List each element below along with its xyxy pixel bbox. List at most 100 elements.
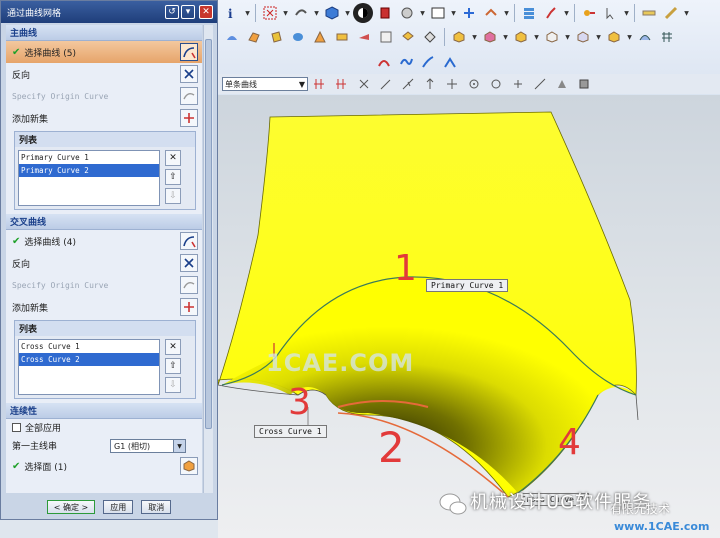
add-set-icon[interactable]: [180, 298, 198, 316]
arc-center-icon[interactable]: [464, 74, 484, 94]
list-item[interactable]: Primary Curve 2: [19, 164, 159, 177]
rotate-view-icon[interactable]: [291, 3, 311, 23]
control-point-icon[interactable]: [420, 74, 440, 94]
analysis-icon[interactable]: [579, 3, 599, 23]
add-set-icon[interactable]: [180, 109, 198, 127]
midpoint-icon[interactable]: [398, 74, 418, 94]
curve-rule-select[interactable]: 单条曲线 ▼: [222, 77, 308, 91]
close-icon[interactable]: ✕: [199, 5, 213, 19]
apply-all-checkbox[interactable]: [12, 422, 21, 432]
apply-button[interactable]: 应用: [103, 500, 134, 514]
cross-curve-list[interactable]: Cross Curve 1 Cross Curve 2: [18, 339, 160, 395]
quadrant-point-icon[interactable]: [486, 74, 506, 94]
apply-all-row[interactable]: 全部应用: [6, 419, 202, 435]
primary-add-set-row[interactable]: 添加新集: [6, 107, 202, 129]
origin-curve-icon[interactable]: [180, 87, 198, 105]
dialog-scrollbar[interactable]: [203, 25, 213, 493]
cancel-button[interactable]: 取消: [141, 500, 172, 514]
surface-icon[interactable]: [222, 27, 242, 47]
sphere-icon[interactable]: [397, 3, 417, 23]
cross-reverse-row[interactable]: 反向: [6, 252, 202, 274]
dropdown-arrow-icon[interactable]: ▼: [626, 27, 633, 47]
select-face-row[interactable]: ✔ 选择面 (1): [6, 455, 202, 477]
mesh-surface-icon[interactable]: [449, 27, 469, 47]
shaded-cube-icon[interactable]: [322, 3, 342, 23]
red-part-icon[interactable]: [375, 3, 395, 23]
list-item[interactable]: Cross Curve 2: [19, 353, 159, 366]
dropdown-arrow-icon[interactable]: ▼: [244, 3, 251, 23]
ruler-icon[interactable]: [661, 3, 681, 23]
reset-icon[interactable]: ↺: [165, 5, 179, 19]
remove-icon[interactable]: ✕: [165, 339, 181, 355]
dropdown-arrow-icon[interactable]: ▼: [419, 3, 426, 23]
pointer-icon[interactable]: [601, 3, 621, 23]
info-icon[interactable]: i: [222, 3, 242, 23]
select-face-icon[interactable]: [180, 457, 198, 475]
spline-icon[interactable]: [396, 52, 416, 72]
boolean-icon[interactable]: [573, 27, 593, 47]
patch-icon[interactable]: [542, 27, 562, 47]
move-down-icon[interactable]: ⇩: [165, 377, 181, 393]
thicken-icon[interactable]: [332, 27, 352, 47]
move-icon[interactable]: [459, 3, 479, 23]
intersection-point-icon[interactable]: [442, 74, 462, 94]
layer-icon[interactable]: [481, 3, 501, 23]
primary-curve-list[interactable]: Primary Curve 1 Primary Curve 2: [18, 150, 160, 206]
endpoint-icon[interactable]: [376, 74, 396, 94]
axis-icon[interactable]: [420, 27, 440, 47]
ok-button[interactable]: < 确定 >: [46, 500, 96, 514]
dropdown-arrow-icon[interactable]: ▼: [503, 3, 510, 23]
continuity-header[interactable]: 连续性: [6, 403, 202, 419]
stop-at-intersection-icon[interactable]: [332, 74, 352, 94]
frame-icon[interactable]: [428, 3, 448, 23]
first-primary-select[interactable]: G1 (相切) ▼: [110, 439, 186, 453]
select-filter-icon[interactable]: [260, 3, 280, 23]
select-primary-curve-row[interactable]: ✔ 选择曲线 (5): [6, 41, 202, 63]
snap-pin-icon[interactable]: [574, 74, 594, 94]
move-up-icon[interactable]: ⇧: [165, 358, 181, 374]
move-up-icon[interactable]: ⇧: [165, 169, 181, 185]
sweep-icon[interactable]: [310, 27, 330, 47]
dropdown-arrow-icon[interactable]: ▼: [344, 3, 351, 23]
dropdown-arrow-icon[interactable]: ▼: [595, 27, 602, 47]
select-cross-curve-row[interactable]: ✔ 选择曲线 (4): [6, 230, 202, 252]
dropdown-arrow-icon[interactable]: ▼: [313, 3, 320, 23]
trim-icon[interactable]: [376, 27, 396, 47]
network-surface-icon[interactable]: [657, 27, 677, 47]
primary-curves-header[interactable]: 主曲线: [6, 25, 202, 41]
select-curve-icon[interactable]: [180, 232, 198, 250]
snap-point-icon[interactable]: [354, 74, 374, 94]
reverse-direction-icon[interactable]: [180, 254, 198, 272]
sheet-icon[interactable]: [244, 27, 264, 47]
dropdown-arrow-icon[interactable]: ▼: [533, 27, 540, 47]
extrude-icon[interactable]: [266, 27, 286, 47]
primary-origin-row[interactable]: Specify Origin Curve: [6, 85, 202, 107]
collapse-icon[interactable]: ▾: [181, 5, 195, 19]
scroll-thumb[interactable]: [205, 39, 212, 429]
list-item[interactable]: Cross Curve 1: [19, 340, 159, 353]
curve-analysis-icon[interactable]: [440, 52, 460, 72]
graphics-viewport[interactable]: 1CAE.COM 1 2 3 4 Primary Curve 1 Cross C…: [218, 95, 720, 538]
branch-icon[interactable]: [541, 3, 561, 23]
existing-point-icon[interactable]: [508, 74, 528, 94]
offset-icon[interactable]: [354, 27, 374, 47]
cross-add-set-row[interactable]: 添加新集: [6, 296, 202, 318]
dropdown-arrow-icon[interactable]: ▼: [450, 3, 457, 23]
dropdown-arrow-icon[interactable]: ▼: [471, 27, 478, 47]
dropdown-arrow-icon[interactable]: ▼: [683, 3, 690, 23]
remove-icon[interactable]: ✕: [165, 150, 181, 166]
plane-icon[interactable]: [398, 27, 418, 47]
stack-icon[interactable]: [519, 3, 539, 23]
dropdown-arrow-icon[interactable]: ▼: [563, 3, 570, 23]
unite-icon[interactable]: [604, 27, 624, 47]
dropdown-arrow-icon[interactable]: ▼: [623, 3, 630, 23]
sew-icon[interactable]: [511, 27, 531, 47]
list-item[interactable]: Primary Curve 1: [19, 151, 159, 164]
curve-tool-icon[interactable]: [374, 52, 394, 72]
display-mode-icon[interactable]: [353, 3, 373, 23]
blend-icon[interactable]: [480, 27, 500, 47]
surface-model[interactable]: [218, 95, 720, 538]
origin-curve-icon[interactable]: [180, 276, 198, 294]
dropdown-arrow-icon[interactable]: ▼: [564, 27, 571, 47]
studio-surface-icon[interactable]: [635, 27, 655, 47]
